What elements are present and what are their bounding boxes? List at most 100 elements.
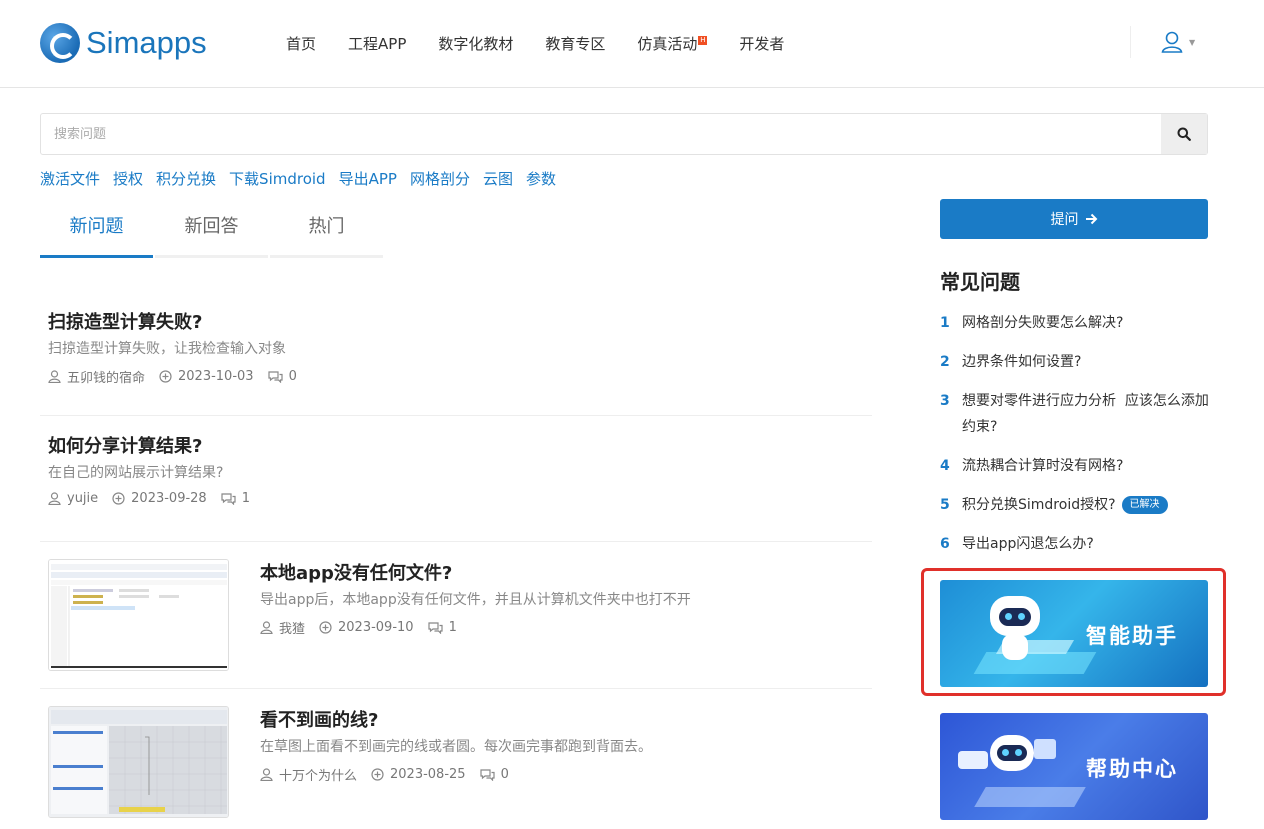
logo-icon [40,23,80,63]
file-explorer-screenshot-image [49,560,228,670]
tab-hot[interactable]: 热门 [270,205,383,258]
question-date: 2023-09-10 [338,620,414,635]
list-item[interactable]: 看不到画的线? 在草图上面看不到画完的线或者圆。每次画完事都跑到背面去。 十万个… [40,689,872,829]
nav-simulation-events-label: 仿真活动 [637,35,698,53]
faq-item[interactable]: 4 流热耦合计算时没有网格? [940,453,1210,479]
user-icon [48,492,61,505]
quick-link-download[interactable]: 下载Simdroid [229,168,326,189]
nav-engineering-app[interactable]: 工程APP [348,33,406,54]
search-icon [1177,127,1191,141]
faq-text[interactable]: 流热耦合计算时没有网格? [962,453,1123,479]
question-author[interactable]: 五卯钱的宿命 [67,367,145,386]
user-icon [1161,31,1183,53]
site-header: Simapps 首页 工程APP 数字化教材 教育专区 仿真活动 H 开发者 ▼ [0,0,1264,88]
faq-item[interactable]: 6 导出app闪退怎么办? [940,531,1210,557]
question-answer-count: 1 [241,491,250,506]
faq-text[interactable]: 导出app闪退怎么办? [962,531,1094,557]
search-input[interactable] [41,114,1161,154]
logo-text: Simapps [86,25,207,60]
plus-circle-icon [159,370,172,383]
question-list: 扫掠造型计算失败? 扫掠造型计算失败，让我检查输入对象 五卯钱的宿命 2023-… [40,290,872,829]
quick-link-points[interactable]: 积分兑换 [156,168,216,189]
faq-number: 5 [940,497,950,513]
chat-bubble-icon [958,751,988,769]
quick-link-activation[interactable]: 激活文件 [40,168,100,189]
quick-link-license[interactable]: 授权 [113,168,143,189]
plus-circle-icon [371,768,384,781]
user-icon [260,621,273,634]
faq-text[interactable]: 边界条件如何设置? [962,349,1081,375]
question-tabs: 新问题 新回答 热门 [40,205,385,258]
question-thumbnail[interactable] [48,706,229,818]
question-author[interactable]: 我猹 [279,618,305,637]
question-answer-count: 0 [288,369,297,384]
question-date: 2023-10-03 [178,369,254,384]
question-title[interactable]: 如何分享计算结果? [48,434,864,460]
plus-circle-icon [319,621,332,634]
help-center-label: 帮助中心 [1086,757,1178,781]
faq-title: 常见问题 [940,270,1020,294]
list-item[interactable]: 如何分享计算结果? 在自己的网站展示计算结果? yujie 2023-09-28… [40,416,872,542]
faq-list: 1 网格剖分失败要怎么解决? 2 边界条件如何设置? 3 想要对零件进行应力分析… [940,310,1210,570]
question-thumbnail[interactable] [48,559,229,671]
faq-text[interactable]: 积分兑换Simdroid授权? [962,497,1116,513]
user-icon [48,370,61,383]
question-answer-count: 0 [500,767,509,782]
faq-number: 2 [940,354,950,370]
nav-digital-textbook[interactable]: 数字化教材 [438,33,513,54]
quick-link-mesh[interactable]: 网格剖分 [410,168,470,189]
profile-card-icon [1034,739,1056,759]
faq-item[interactable]: 2 边界条件如何设置? [940,349,1210,375]
faq-item-content: 积分兑换Simdroid授权? 已解决 [962,492,1168,518]
faq-number: 3 [940,393,950,409]
nav-simulation-events[interactable]: 仿真活动 H [637,33,708,54]
list-item[interactable]: 本地app没有任何文件? 导出app后，本地app没有任何文件，并且从计算机文件… [40,542,872,689]
quick-link-export-app[interactable]: 导出APP [339,168,397,189]
sketch-screenshot-image [49,707,228,817]
question-meta: yujie 2023-09-28 1 [48,491,864,506]
faq-item[interactable]: 5 积分兑换Simdroid授权? 已解决 [940,492,1210,518]
comments-icon [221,493,236,505]
question-meta: 五卯钱的宿命 2023-10-03 0 [48,367,864,386]
search-button[interactable] [1161,114,1207,154]
question-answer-count: 1 [448,620,457,635]
question-title[interactable]: 看不到画的线? [260,708,864,734]
hot-badge: H [698,36,708,45]
robot-icon [990,735,1034,771]
question-date: 2023-08-25 [390,767,466,782]
question-author[interactable]: 十万个为什么 [279,765,357,784]
nav-developer[interactable]: 开发者 [739,33,784,54]
comments-icon [267,371,283,383]
faq-text[interactable]: 网格剖分失败要怎么解决? [962,310,1123,336]
logo[interactable]: Simapps [40,20,207,66]
question-date: 2023-09-28 [131,491,207,506]
question-meta: 我猹 2023-09-10 1 [260,618,864,637]
main-nav: 首页 工程APP 数字化教材 教育专区 仿真活动 H 开发者 [286,33,816,54]
question-desc: 扫掠造型计算失败，让我检查输入对象 [48,341,286,357]
faq-text[interactable]: 想要对零件进行应力分析 应该怎么添加约束? [962,388,1210,440]
chevron-down-icon: ▼ [1189,37,1196,47]
plus-circle-icon [112,492,125,505]
faq-item[interactable]: 1 网格剖分失败要怎么解决? [940,310,1210,336]
faq-number: 1 [940,315,950,331]
faq-item[interactable]: 3 想要对零件进行应力分析 应该怎么添加约束? [940,388,1210,440]
quick-link-params[interactable]: 参数 [526,168,556,189]
question-desc: 在草图上面看不到画完的线或者圆。每次画完事都跑到背面去。 [260,739,652,755]
question-desc: 导出app后，本地app没有任何文件，并且从计算机文件夹中也打不开 [260,592,691,608]
tablet-decoration [974,787,1086,807]
quick-link-contour[interactable]: 云图 [483,168,513,189]
ask-question-button[interactable]: 提问 [940,199,1208,239]
comments-icon [479,769,495,781]
question-meta: 十万个为什么 2023-08-25 0 [260,765,864,784]
tab-new-answers[interactable]: 新回答 [155,205,268,258]
list-item[interactable]: 扫掠造型计算失败? 扫掠造型计算失败，让我检查输入对象 五卯钱的宿命 2023-… [40,290,872,416]
help-center-banner[interactable]: 帮助中心 [940,713,1208,820]
nav-education[interactable]: 教育专区 [545,33,605,54]
question-author[interactable]: yujie [67,491,98,506]
nav-home[interactable]: 首页 [286,33,316,54]
faq-number: 6 [940,536,950,552]
user-menu[interactable]: ▼ [1130,26,1195,58]
question-title[interactable]: 本地app没有任何文件? [260,561,864,587]
tab-new-questions[interactable]: 新问题 [40,205,153,258]
question-title[interactable]: 扫掠造型计算失败? [48,310,864,336]
